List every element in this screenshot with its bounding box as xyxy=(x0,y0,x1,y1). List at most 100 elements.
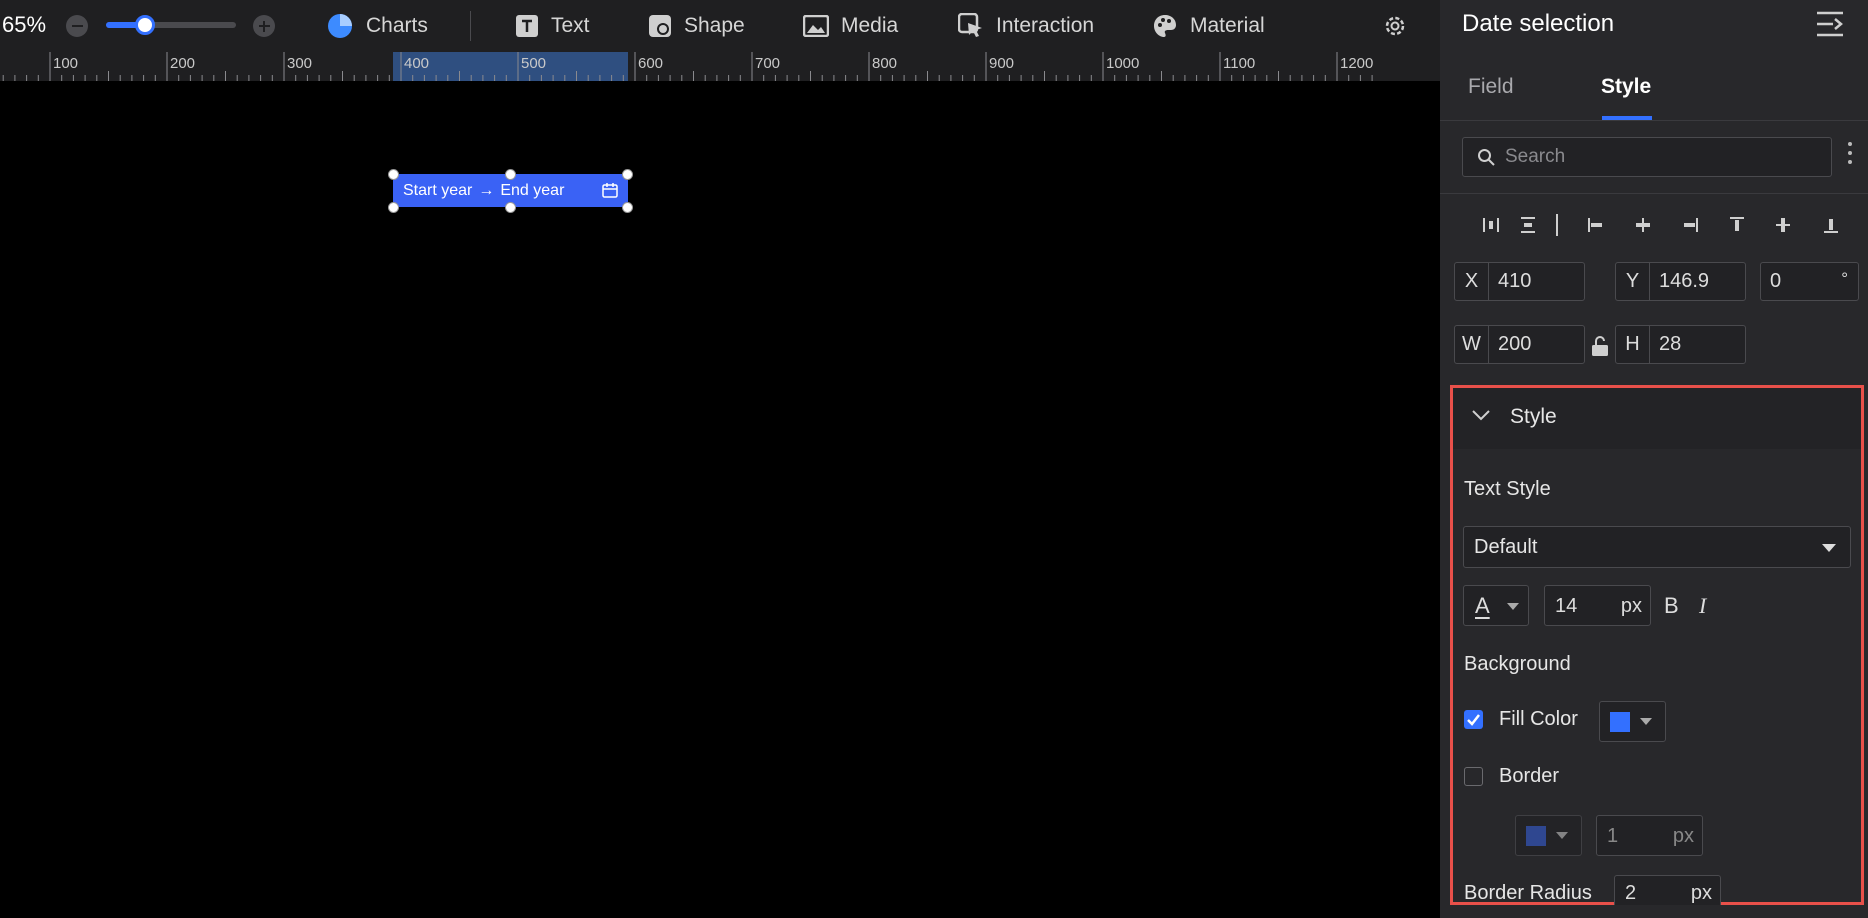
bold-button[interactable]: B xyxy=(1664,593,1679,619)
align-top-button[interactable] xyxy=(1724,212,1750,238)
collapse-panel-icon xyxy=(1817,11,1843,37)
cursor-click-icon xyxy=(958,13,982,37)
distribute-horizontal-button[interactable] xyxy=(1478,212,1504,238)
tab-divider xyxy=(1440,120,1868,121)
ruler-label: 500 xyxy=(521,55,547,72)
ruler-label: 200 xyxy=(170,55,196,72)
h-value[interactable]: 28 xyxy=(1650,333,1681,356)
tool-text[interactable]: Text xyxy=(515,11,590,41)
text-style-select[interactable]: Default xyxy=(1463,526,1851,568)
settings-button[interactable] xyxy=(1383,14,1407,43)
resize-handle-bottom-left[interactable] xyxy=(388,202,399,213)
y-value[interactable]: 146.9 xyxy=(1650,270,1709,293)
border-checkbox[interactable] xyxy=(1464,767,1483,786)
horizontal-ruler: 100 200 300 400 500 600 700 800 900 1000 1100 1200 xyxy=(0,52,1440,81)
tab-style[interactable]: Style xyxy=(1601,75,1651,99)
ruler-label: 1100 xyxy=(1223,55,1256,72)
zoom-in-button[interactable] xyxy=(253,15,275,37)
range-arrow: → xyxy=(478,181,495,199)
w-value[interactable]: 200 xyxy=(1489,333,1531,356)
align-top-icon xyxy=(1730,217,1744,231)
ruler-label: 1200 xyxy=(1340,55,1374,72)
border-color-swatch xyxy=(1526,826,1546,846)
resize-handle-bottom[interactable] xyxy=(505,202,516,213)
resize-handle-top[interactable] xyxy=(505,169,516,180)
ruler-label: 1000 xyxy=(1106,55,1140,72)
border-radius-value[interactable]: 2 xyxy=(1625,882,1636,905)
align-bottom-icon xyxy=(1824,219,1838,233)
resize-handle-bottom-right[interactable] xyxy=(622,202,633,213)
rotation-value[interactable]: 0 xyxy=(1761,270,1781,293)
distribute-vertical-icon xyxy=(1521,217,1535,233)
properties-panel: Date selection Field Style Search X 410 … xyxy=(1440,0,1868,918)
width-field[interactable]: W 200 xyxy=(1454,325,1585,364)
tab-field[interactable]: Field xyxy=(1468,75,1514,99)
ruler-label: 600 xyxy=(638,55,664,72)
search-input[interactable] xyxy=(1505,146,1805,168)
tool-material[interactable]: Material xyxy=(1152,11,1265,41)
align-center-horizontal-button[interactable] xyxy=(1630,212,1656,238)
font-color-picker[interactable]: A xyxy=(1463,585,1529,626)
resize-handle-top-left[interactable] xyxy=(388,169,399,180)
collapse-panel-button[interactable] xyxy=(1815,10,1845,43)
x-label: X xyxy=(1455,263,1489,300)
border-width-value[interactable]: 1 xyxy=(1607,825,1618,848)
border-radius-label: Border Radius xyxy=(1464,882,1592,904)
font-size-field[interactable]: 14 px xyxy=(1544,585,1651,626)
style-section-title: Style xyxy=(1510,405,1557,428)
ruler-label: 400 xyxy=(404,55,430,72)
ruler-label: 700 xyxy=(755,55,781,72)
style-section: Style Text Style Default A 14 px B I Bac… xyxy=(1450,385,1864,905)
tool-media[interactable]: Media xyxy=(803,11,898,41)
aspect-lock-button[interactable] xyxy=(1590,335,1610,362)
x-value[interactable]: 410 xyxy=(1489,270,1531,293)
tool-shape[interactable]: Shape xyxy=(648,11,745,41)
height-field[interactable]: H 28 xyxy=(1615,325,1746,364)
h-label: H xyxy=(1616,326,1650,363)
rotation-field[interactable]: 0 ° xyxy=(1760,262,1859,301)
zoom-slider[interactable] xyxy=(106,15,236,35)
italic-button[interactable]: I xyxy=(1699,593,1706,619)
align-middle-button[interactable] xyxy=(1770,212,1796,238)
align-left-button[interactable] xyxy=(1583,212,1609,238)
text-icon xyxy=(516,15,538,37)
image-icon xyxy=(803,15,829,37)
align-right-button[interactable] xyxy=(1677,212,1703,238)
tool-label: Material xyxy=(1190,14,1265,37)
section-divider xyxy=(1440,193,1868,194)
zoom-level: 65% xyxy=(2,12,47,37)
fill-color-picker[interactable] xyxy=(1599,701,1666,742)
y-position-field[interactable]: Y 146.9 xyxy=(1615,262,1746,301)
x-position-field[interactable]: X 410 xyxy=(1454,262,1585,301)
rotation-unit: ° xyxy=(1841,269,1848,288)
border-label: Border xyxy=(1499,765,1560,787)
top-toolbar: 65% Charts Text Shape Media Interaction … xyxy=(0,0,1440,52)
fill-color-checkbox[interactable] xyxy=(1464,710,1483,729)
tool-label: Shape xyxy=(684,14,745,37)
zoom-out-button[interactable] xyxy=(66,15,88,37)
y-label: Y xyxy=(1616,263,1650,300)
zoom-slider-thumb[interactable] xyxy=(135,15,155,35)
resize-handle-top-right[interactable] xyxy=(622,169,633,180)
search-box[interactable] xyxy=(1462,137,1832,177)
design-canvas[interactable]: Start year → End year xyxy=(0,81,1440,918)
ruler-label: 100 xyxy=(53,55,79,72)
ruler-label: 900 xyxy=(989,55,1015,72)
fill-color-swatch xyxy=(1610,712,1630,732)
font-size-value[interactable]: 14 xyxy=(1555,595,1577,618)
ruler-label: 300 xyxy=(287,55,313,72)
distribute-vertical-button[interactable] xyxy=(1515,212,1541,238)
border-width-field[interactable]: 1 px xyxy=(1596,815,1703,856)
align-bottom-button[interactable] xyxy=(1818,212,1844,238)
tool-interaction[interactable]: Interaction xyxy=(958,11,1094,41)
border-radius-field[interactable]: 2 px xyxy=(1614,875,1721,905)
start-year-label: Start year xyxy=(403,181,473,199)
more-options-button[interactable] xyxy=(1848,142,1852,169)
style-section-header[interactable]: Style xyxy=(1453,388,1861,449)
toolbar-divider xyxy=(470,11,471,41)
tool-charts[interactable]: Charts xyxy=(326,11,428,41)
alignment-toolbar xyxy=(1440,212,1868,238)
border-width-unit: px xyxy=(1672,825,1694,847)
w-label: W xyxy=(1455,326,1489,363)
border-color-picker[interactable] xyxy=(1515,815,1582,856)
